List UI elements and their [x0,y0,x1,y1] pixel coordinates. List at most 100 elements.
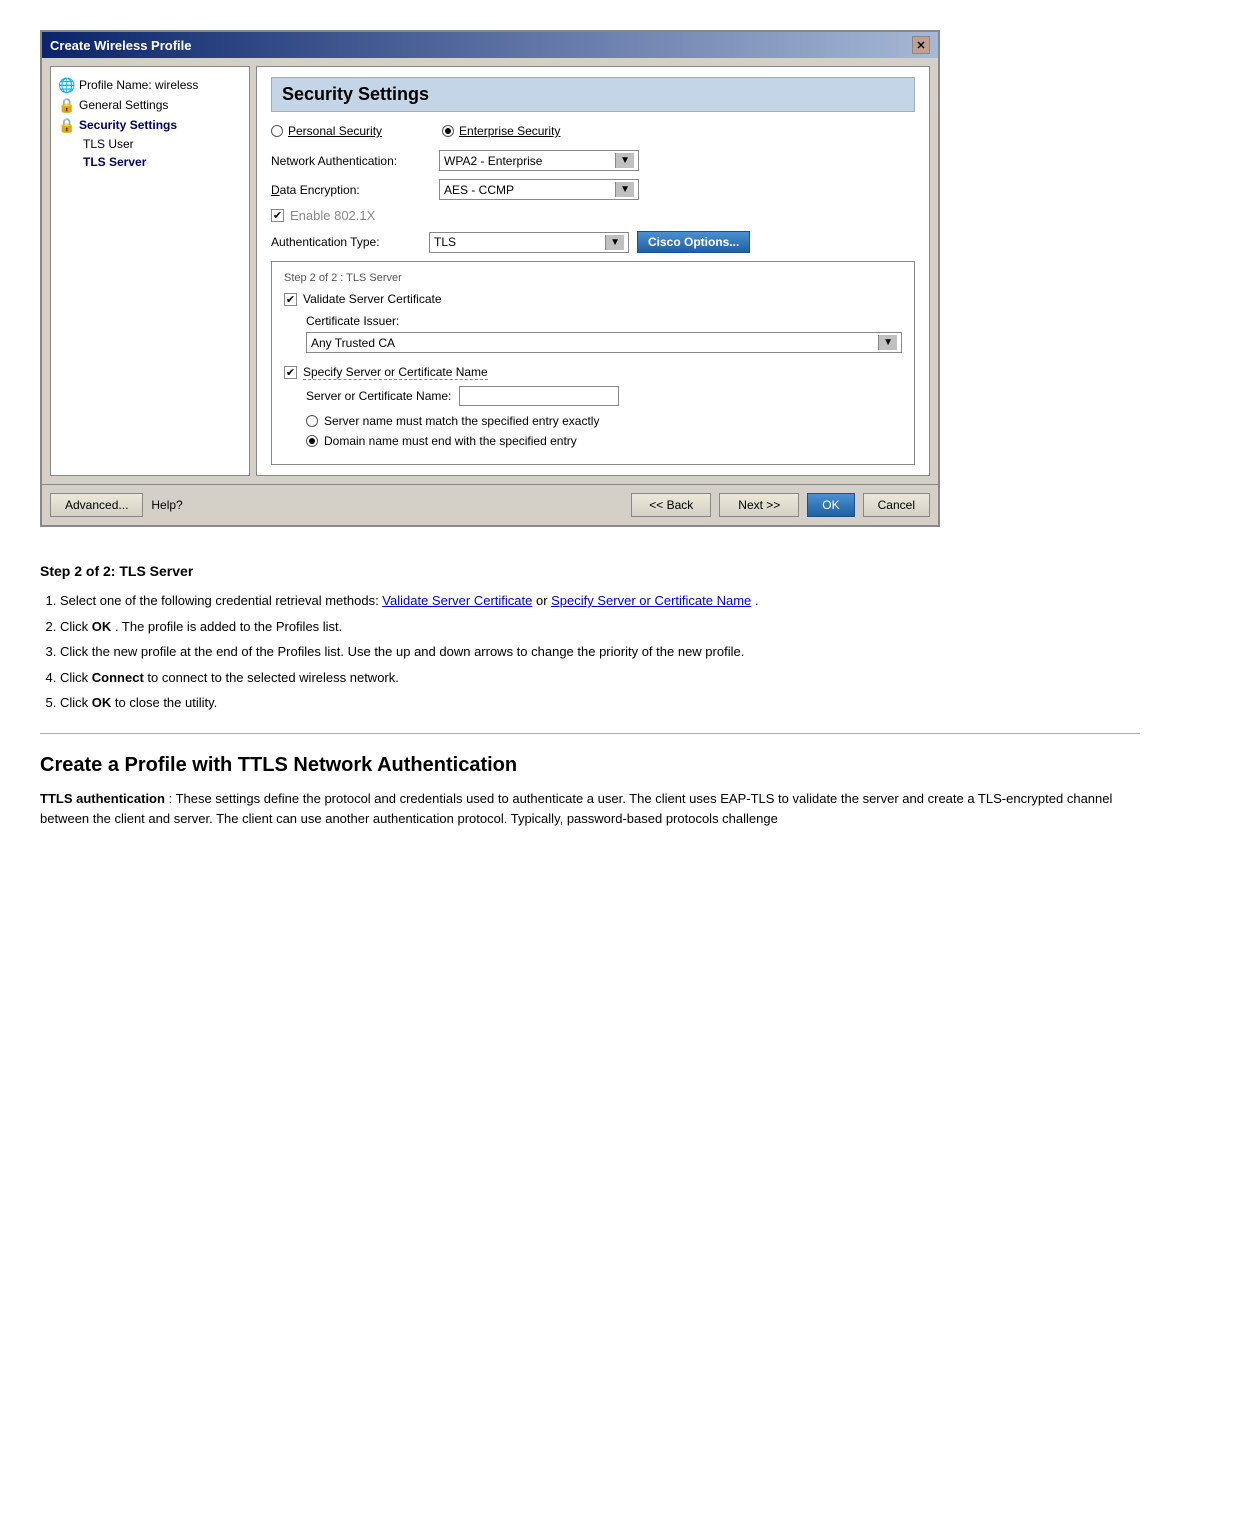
radio-exact-row[interactable]: Server name must match the specified ent… [284,414,902,428]
dialog-title: Create Wireless Profile [50,38,192,53]
instruction-4-prefix: Click [60,670,92,685]
instructions-list: Select one of the following credential r… [60,591,1140,713]
list-item: Select one of the following credential r… [60,591,1140,611]
list-item: Click OK . The profile is added to the P… [60,617,1140,637]
radio-exact-label: Server name must match the specified ent… [324,414,599,428]
right-panel: Security Settings Personal Security Ente… [256,66,930,476]
dialog-body: 🌐 Profile Name: wireless 🔒 General Setti… [42,58,938,484]
cert-issuer-label: Certificate Issuer: [284,314,902,328]
sidebar-label-security: Security Settings [79,118,177,132]
radio-domain[interactable] [306,435,318,447]
server-name-input[interactable] [459,386,619,406]
security-type-row: Personal Security Enterprise Security [271,124,915,138]
sidebar-label-tls-user: TLS User [83,137,134,151]
validate-cert-label: Validate Server Certificate [303,292,442,306]
sidebar: 🌐 Profile Name: wireless 🔒 General Setti… [50,66,250,476]
list-item: Click Connect to connect to the selected… [60,668,1140,688]
back-button[interactable]: << Back [631,493,711,517]
step-box-title: Step 2 of 2 : TLS Server [284,272,902,284]
specify-cert-checkbox[interactable]: ✔ [284,366,297,379]
step-box: Step 2 of 2 : TLS Server ✔ Validate Serv… [271,261,915,465]
sidebar-item-general-settings[interactable]: 🔒 General Settings [59,95,241,115]
specify-cert-row[interactable]: ✔ Specify Server or Certificate Name [284,365,902,380]
sidebar-label-tls-server: TLS Server [83,155,146,169]
instruction-3: Click the new profile at the end of the … [60,644,744,659]
cancel-button[interactable]: Cancel [863,493,930,517]
divider [40,733,1140,734]
instruction-5-prefix: Click [60,695,92,710]
instruction-5-bold: OK [92,695,112,710]
next-button[interactable]: Next >> [719,493,799,517]
auth-type-label: Authentication Type: [271,235,421,249]
section-body: TTLS authentication : These settings def… [40,789,1140,831]
radio-domain-label: Domain name must end with the specified … [324,434,577,448]
validate-cert-link[interactable]: Validate Server Certificate [382,593,532,608]
cisco-options-button[interactable]: Cisco Options... [637,231,750,253]
instruction-1-period: . [755,593,759,608]
validate-cert-row[interactable]: ✔ Validate Server Certificate [284,292,902,306]
network-auth-value: WPA2 - Enterprise [444,154,542,168]
sidebar-item-profile-name[interactable]: 🌐 Profile Name: wireless [59,75,241,95]
instruction-1-or: or [536,593,551,608]
auth-type-value: TLS [434,235,456,249]
personal-security-label: Personal Security [288,124,382,138]
validate-cert-checkbox[interactable]: ✔ [284,293,297,306]
section-title: Create a Profile with TTLS Network Authe… [40,754,1140,777]
instruction-1-before: Select one of the following credential r… [60,593,382,608]
help-link[interactable]: Help? [151,498,182,512]
enterprise-security-radio[interactable] [442,125,454,137]
data-encryption-dropdown-arrow[interactable]: ▼ [615,182,634,197]
sidebar-item-tls-user[interactable]: TLS User [59,135,241,153]
content-area: Step 2 of 2: TLS Server Select one of th… [0,547,1180,846]
ok-button[interactable]: OK [807,493,854,517]
specify-cert-label: Specify Server or Certificate Name [303,365,488,380]
sidebar-label-general: General Settings [79,98,168,112]
network-auth-label: Network Authentication: [271,154,431,168]
dialog-close-button[interactable]: ✕ [912,36,930,54]
data-encryption-select[interactable]: AES - CCMP ▼ [439,179,639,200]
enterprise-security-label: Enterprise Security [459,124,560,138]
specify-cert-link[interactable]: Specify Server or Certificate Name [551,593,751,608]
data-encryption-row: Data Encryption: AES - CCMP ▼ [271,179,915,200]
cert-issuer-dropdown-arrow[interactable]: ▼ [878,335,897,350]
radio-domain-row[interactable]: Domain name must end with the specified … [284,434,902,448]
sidebar-item-security-settings[interactable]: 🔒 Security Settings [59,115,241,135]
enterprise-security-option[interactable]: Enterprise Security [442,124,560,138]
personal-security-option[interactable]: Personal Security [271,124,382,138]
footer-left: Advanced... Help? [50,493,623,517]
dialog-titlebar: Create Wireless Profile ✕ [42,32,938,58]
server-name-row: Server or Certificate Name: [284,386,902,406]
network-auth-dropdown-arrow[interactable]: ▼ [615,153,634,168]
data-encryption-underline: D [271,183,280,197]
network-auth-select[interactable]: WPA2 - Enterprise ▼ [439,150,639,171]
network-auth-row: Network Authentication: WPA2 - Enterpris… [271,150,915,171]
auth-type-row: Authentication Type: TLS ▼ Cisco Options… [271,231,915,253]
advanced-button[interactable]: Advanced... [50,493,143,517]
lock-icon-security: 🔒 [59,117,75,133]
globe-icon: 🌐 [59,77,75,93]
cert-issuer-select[interactable]: Any Trusted CA ▼ [306,332,902,353]
data-encryption-value: AES - CCMP [444,183,514,197]
personal-security-radio[interactable] [271,125,283,137]
create-wireless-profile-dialog: Create Wireless Profile ✕ 🌐 Profile Name… [40,30,940,527]
auth-type-select[interactable]: TLS ▼ [429,232,629,253]
sidebar-item-tls-server[interactable]: TLS Server [59,153,241,171]
radio-exact[interactable] [306,415,318,427]
instruction-5-suffix: to close the utility. [115,695,217,710]
sidebar-label-profile-name: Profile Name: wireless [79,78,198,92]
dialog-wrapper: Create Wireless Profile ✕ 🌐 Profile Name… [0,0,1238,547]
instruction-4-bold: Connect [92,670,144,685]
cert-issuer-value: Any Trusted CA [311,336,395,350]
instruction-2-bold: OK [92,619,112,634]
step-heading: Step 2 of 2: TLS Server [40,563,1140,579]
enable-8021x-checkbox[interactable]: ✔ [271,209,284,222]
list-item: Click OK to close the utility. [60,693,1140,713]
panel-title: Security Settings [271,77,915,112]
list-item: Click the new profile at the end of the … [60,642,1140,662]
section-body-bold: TTLS authentication [40,791,165,806]
data-encryption-label: Data Encryption: [271,183,431,197]
server-name-label: Server or Certificate Name: [306,389,451,403]
lock-icon-general: 🔒 [59,97,75,113]
instruction-4-suffix: to connect to the selected wireless netw… [147,670,398,685]
auth-type-dropdown-arrow[interactable]: ▼ [605,235,624,250]
